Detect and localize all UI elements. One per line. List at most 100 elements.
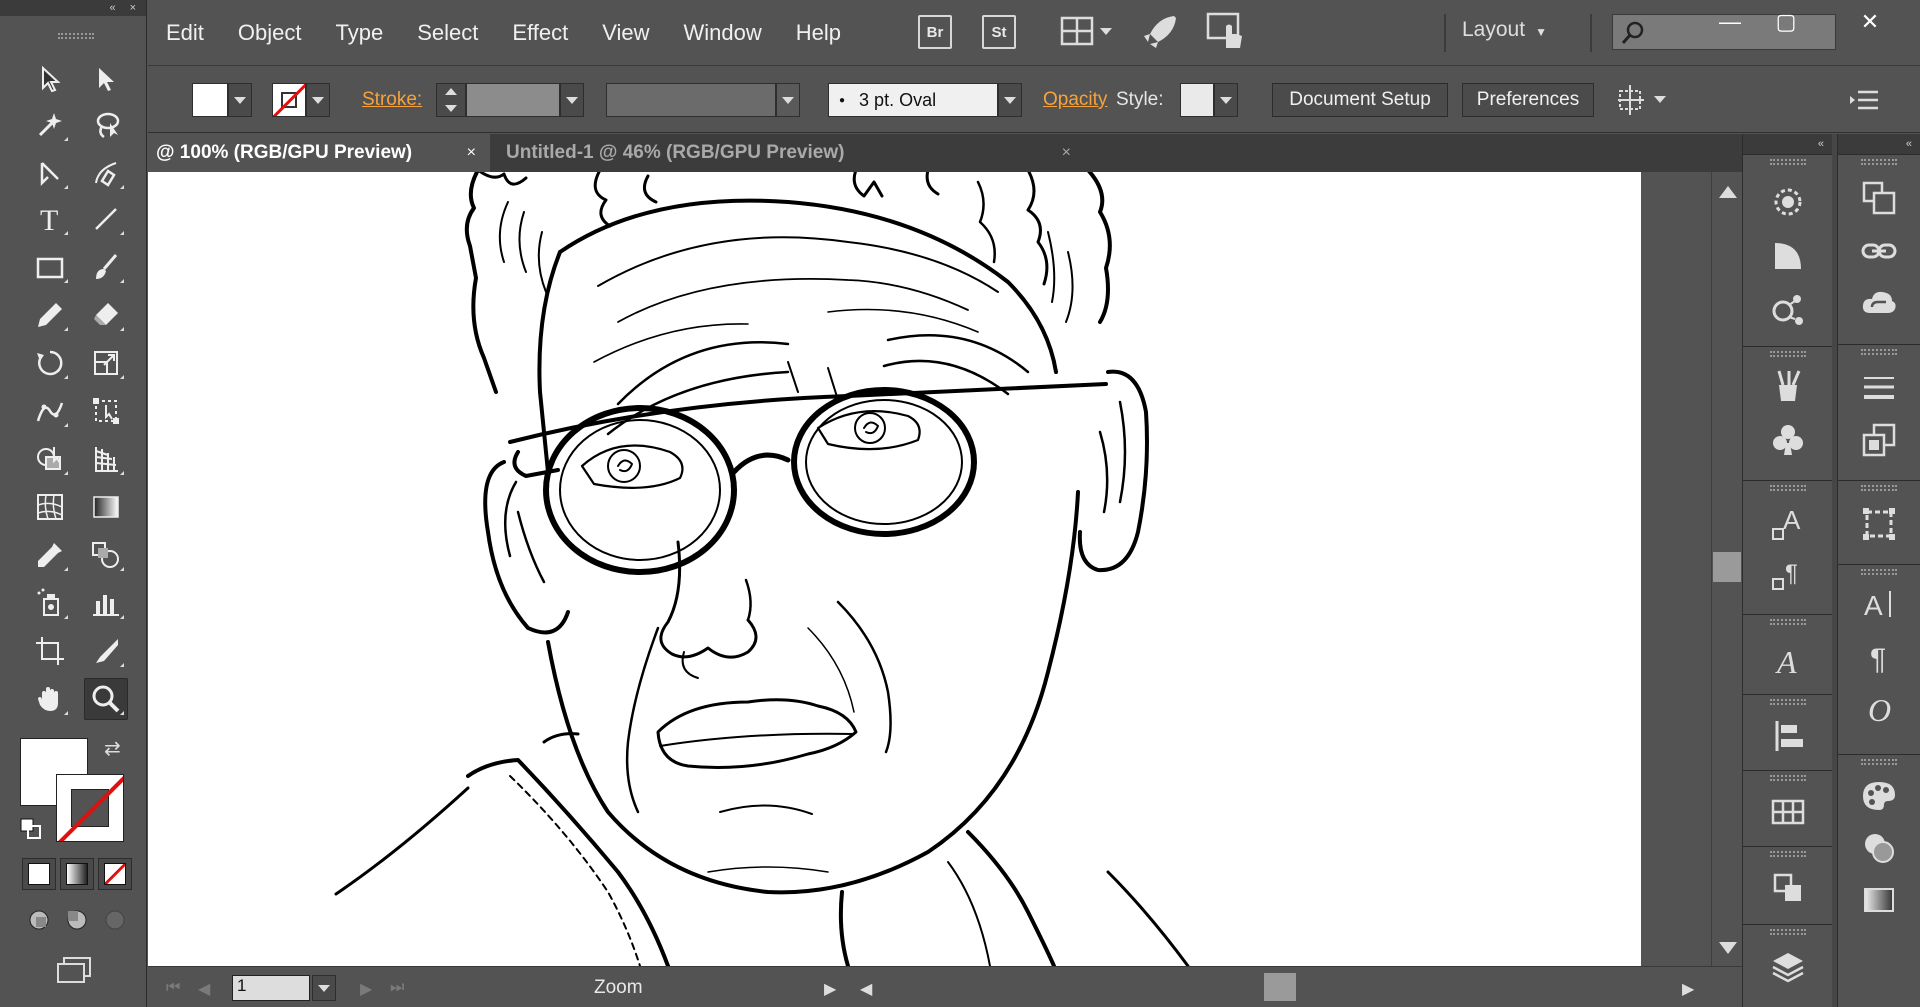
eyedropper-tool[interactable] [28,534,72,576]
preferences-button[interactable]: Preferences [1462,83,1594,117]
color-panel-button[interactable] [1854,774,1904,818]
gradient-panel-button[interactable] [1854,878,1904,922]
default-fill-stroke-icon[interactable] [20,818,42,840]
touch-workspace-icon[interactable] [1206,12,1248,52]
artboards-panel-button[interactable] [1854,176,1904,220]
brush-definition-field[interactable]: ● 3 pt. Oval [828,83,998,117]
transform-panel-button[interactable] [1763,866,1813,910]
perspective-grid-tool[interactable] [84,438,128,480]
collapse-dock-icon[interactable]: « [1818,138,1824,150]
graphic-styles-panel-button[interactable] [1763,288,1813,332]
links-panel-button[interactable] [1854,230,1904,274]
zoom-tool[interactable] [84,678,128,720]
panel-grip[interactable] [1769,699,1806,705]
stroke-dropdown-arrow[interactable] [306,83,330,117]
status-menu-arrow-icon[interactable]: ▶ [824,979,836,999]
draw-behind-button[interactable] [60,904,94,936]
panel-grip[interactable] [1861,569,1897,575]
fill-swatch-control[interactable] [192,83,228,117]
stroke-weight-field[interactable] [466,83,560,117]
paragraph-panel-button[interactable]: ¶ [1854,634,1904,678]
magic-wand-tool[interactable] [28,104,72,146]
draw-normal-button[interactable] [22,904,56,936]
panel-grip[interactable] [1769,775,1806,781]
document-setup-button[interactable]: Document Setup [1272,83,1448,117]
horizontal-scroll-thumb[interactable] [1264,973,1296,1001]
gradient-mode-button[interactable] [60,858,94,890]
collapse-panel-icon[interactable]: « [109,2,115,14]
align-panel-button[interactable] [1763,714,1813,758]
hand-tool[interactable] [28,678,72,720]
panel-grip[interactable] [1769,929,1806,935]
vertical-scroll-thumb[interactable] [1713,552,1741,582]
stroke-panel-button[interactable] [1854,366,1904,410]
last-artboard-icon[interactable]: ⏭ [390,979,404,997]
status-text[interactable]: Zoom [594,977,643,999]
symbols-panel-button[interactable] [1763,418,1813,462]
scroll-right-icon[interactable]: ▶ [1682,979,1694,999]
maximize-button[interactable]: ▢ [1762,8,1810,36]
tab-untitled-1[interactable]: Untitled-1 @ 46% (RGB/GPU Preview) × [506,134,1091,172]
swap-fill-stroke-icon[interactable]: ⇄ [104,736,121,761]
scale-tool[interactable] [84,342,128,384]
glyphs-panel-button[interactable]: A [1763,638,1813,682]
shape-builder-tool[interactable] [28,438,72,480]
stroke-swatch-control[interactable] [272,83,306,117]
next-artboard-icon[interactable]: ▶ [360,979,372,999]
collapse-dock-icon[interactable]: « [1906,138,1912,150]
artboard-number-field[interactable]: 1 [232,975,310,1001]
artboard-dropdown[interactable] [312,975,336,1001]
blend-tool[interactable] [84,534,128,576]
symbol-sprayer-tool[interactable] [28,582,72,624]
swatches-panel-button[interactable] [1763,790,1813,834]
transparency-panel-button[interactable] [1763,234,1813,278]
appearance-panel-button[interactable] [1763,180,1813,224]
panel-grip[interactable] [1861,485,1897,491]
type-tool[interactable]: T [28,198,72,240]
pathfinder-panel-button[interactable] [1854,418,1904,462]
menu-help[interactable]: Help [779,0,858,66]
character-styles-panel-button[interactable]: A [1763,502,1813,546]
graphic-style-swatch[interactable] [1180,83,1214,117]
column-graph-tool[interactable] [84,582,128,624]
rectangle-tool[interactable] [28,246,72,288]
artboard-canvas[interactable] [148,172,1641,966]
panel-grip[interactable] [1769,159,1806,165]
vertical-scrollbar[interactable] [1711,172,1742,966]
panel-menu-icon[interactable] [1848,87,1880,113]
workspace-switcher[interactable]: Layout ▼ [1462,18,1547,42]
menu-window[interactable]: Window [667,0,779,66]
menu-edit[interactable]: Edit [148,0,221,66]
direct-selection-tool[interactable] [84,58,128,100]
menu-effect[interactable]: Effect [495,0,585,66]
stock-button[interactable]: St [982,15,1016,49]
fill-dropdown-arrow[interactable] [228,83,252,117]
crop-image-panel-button[interactable] [1854,502,1904,546]
paragraph-styles-panel-button[interactable]: ¶ [1763,554,1813,598]
color-mode-button[interactable] [22,858,56,890]
menu-view[interactable]: View [585,0,666,66]
align-options-icon[interactable] [1616,83,1672,117]
draw-inside-button[interactable] [98,904,132,936]
graphic-style-dropdown[interactable] [1214,83,1238,117]
stroke-color-swatch[interactable] [56,774,124,842]
panel-grip[interactable] [58,33,94,39]
close-tab-icon[interactable]: × [467,144,476,162]
layers-panel-button[interactable] [1763,944,1813,988]
close-window-button[interactable]: ✕ [1846,8,1894,36]
panel-grip[interactable] [1769,485,1806,491]
opentype-panel-button[interactable]: O [1854,686,1904,730]
brushes-panel-button[interactable] [1763,364,1813,408]
line-segment-tool[interactable] [84,198,128,240]
tab-document-1[interactable]: @ 100% (RGB/GPU Preview) × [148,134,490,172]
scroll-down-icon[interactable] [1719,942,1737,954]
artboard-tool[interactable] [28,630,72,672]
curvature-tool[interactable] [84,152,128,194]
close-tab-icon[interactable]: × [1062,144,1071,162]
close-panel-icon[interactable]: × [130,2,136,14]
screen-mode-icon[interactable] [54,956,94,986]
lasso-tool[interactable] [84,104,128,146]
gradient-tool[interactable] [84,486,128,528]
previous-artboard-icon[interactable]: ◀ [198,979,210,999]
puppet-warp-tool[interactable] [28,390,72,432]
